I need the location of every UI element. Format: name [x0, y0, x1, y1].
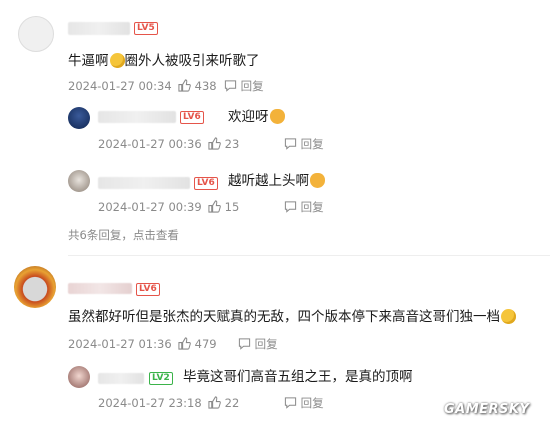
- username-blurred[interactable]: [98, 177, 190, 189]
- chat-bubble-icon: [284, 201, 297, 213]
- chat-bubble-icon: [224, 80, 237, 92]
- timestamp: 2024-01-27 00:39: [98, 200, 202, 214]
- reply-text: 越听越上头啊: [228, 172, 325, 190]
- timestamp: 2024-01-27 00:36: [98, 137, 202, 151]
- reply-text: 欢迎呀: [228, 108, 285, 126]
- cat-emoji-icon: [269, 109, 285, 124]
- like-button[interactable]: 438: [178, 79, 217, 93]
- username-blurred[interactable]: [98, 373, 144, 384]
- chat-bubble-icon: [284, 397, 297, 409]
- thumbs-up-icon: [208, 200, 221, 213]
- username-blurred[interactable]: [68, 283, 132, 294]
- level-badge: LV6: [136, 283, 160, 296]
- level-badge: LV5: [134, 22, 158, 35]
- chat-bubble-icon: [238, 338, 251, 350]
- username-blurred[interactable]: [68, 22, 130, 35]
- level-badge: LV2: [149, 372, 173, 385]
- like-button[interactable]: 22: [208, 396, 239, 410]
- like-button[interactable]: 15: [208, 200, 239, 214]
- timestamp: 2024-01-27 01:36: [68, 337, 172, 351]
- timestamp: 2024-01-27 23:18: [98, 396, 202, 410]
- reply-button[interactable]: 回复: [224, 79, 264, 93]
- like-button[interactable]: 479: [178, 337, 217, 351]
- avatar[interactable]: [14, 266, 56, 308]
- reply-button[interactable]: 回复: [284, 200, 324, 214]
- watermark: GAMERSKY: [444, 402, 530, 417]
- reply-text: 毕竟这哥们高音五组之王，是真的顶啊: [183, 369, 413, 385]
- cat-emoji-icon: [310, 173, 325, 188]
- comment-text: 虽然都好听但是张杰的天赋真的无敌，四个版本停下来高音这哥们独一档: [68, 308, 516, 326]
- sweat-smile-emoji-icon: [501, 309, 516, 324]
- level-badge: LV6: [180, 111, 204, 124]
- comment-text: 牛逼啊 圈外人被吸引来听歌了: [68, 53, 260, 69]
- thumbs-up-icon: [208, 137, 221, 150]
- chat-bubble-icon: [284, 138, 297, 150]
- thumbs-up-icon: [178, 79, 191, 92]
- timestamp: 2024-01-27 00:34: [68, 79, 172, 93]
- avatar[interactable]: [68, 170, 90, 192]
- like-button[interactable]: 23: [208, 137, 239, 151]
- comment-divider: [68, 255, 550, 256]
- avatar[interactable]: [18, 16, 54, 52]
- avatar[interactable]: [68, 107, 90, 129]
- reply-button[interactable]: 回复: [284, 396, 324, 410]
- view-more-replies-link[interactable]: 共6条回复，点击查看: [68, 227, 179, 243]
- reply-button[interactable]: 回复: [284, 137, 324, 151]
- thumbs-up-icon: [208, 396, 221, 409]
- reply-button[interactable]: 回复: [238, 337, 278, 351]
- sweat-smile-emoji-icon: [109, 53, 125, 68]
- level-badge: LV6: [194, 177, 218, 190]
- username-blurred[interactable]: [98, 111, 176, 123]
- avatar[interactable]: [68, 366, 90, 388]
- thumbs-up-icon: [178, 337, 191, 350]
